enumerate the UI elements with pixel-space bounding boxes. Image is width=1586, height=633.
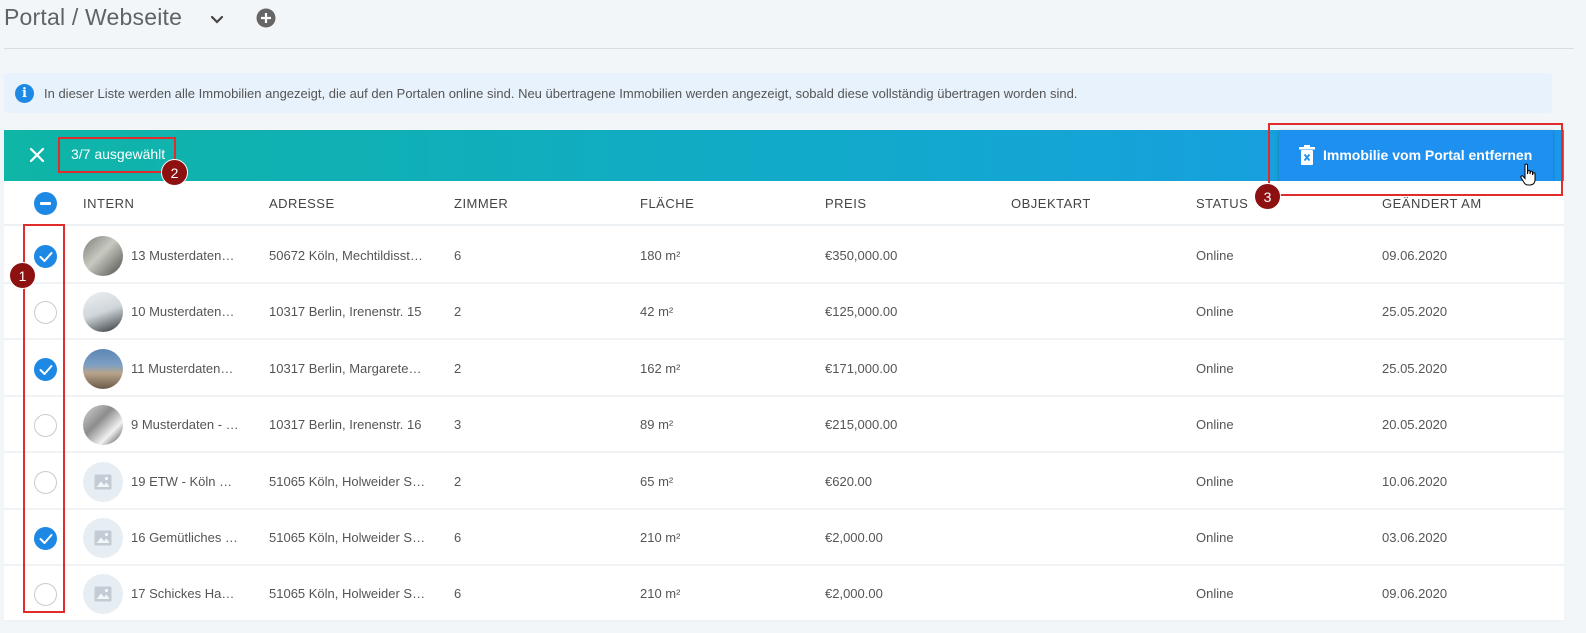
cell-intern: 19 ETW - Köln … [131,473,233,489]
info-text: In dieser Liste werden alle Immobilien a… [44,86,1078,101]
hand-cursor-icon [1520,163,1536,186]
col-adresse[interactable]: ADRESSE [269,196,335,211]
table-row[interactable]: 13 Musterdaten… 50672 Köln, Mechtildisst…… [4,228,1564,284]
cell-flaeche: 89 m² [640,417,674,433]
cell-zimmer: 6 [454,530,462,545]
cell-geaendert: 25.05.2020 [1382,304,1448,320]
property-thumbnail [83,348,123,389]
col-intern[interactable]: INTERN [83,196,134,211]
cell-flaeche: 42 m² [640,304,674,320]
property-thumbnail [83,292,123,333]
cell-adresse: 10317 Berlin, Irenenstr. 15 [269,304,422,320]
annotation-selection-count [58,137,176,173]
cell-adresse: 51065 Köln, Holweider S… [269,473,426,489]
cell-intern: 16 Gemütliches … [131,530,238,545]
cell-preis: €125,000.00 [825,304,898,320]
cell-intern: 13 Musterdaten… [131,248,235,263]
annotation-badge-1: 1 [9,262,36,289]
table-row[interactable]: 10 Musterdaten… 10317 Berlin, Irenenstr. … [4,284,1564,341]
page-title: Portal / Webseite [4,4,183,30]
plus-circle-icon[interactable] [256,8,276,28]
cell-status: Online [1196,360,1234,376]
page-header: Portal / Webseite [4,0,1574,49]
cell-zimmer: 3 [454,417,462,433]
cell-flaeche: 180 m² [640,248,681,263]
col-zimmer[interactable]: ZIMMER [454,196,508,211]
col-status[interactable]: STATUS [1196,196,1248,211]
cell-flaeche: 210 m² [640,530,681,545]
cell-preis: €620.00 [825,473,872,489]
cell-zimmer: 6 [454,248,462,263]
cell-adresse: 51065 Köln, Holweider S… [269,530,426,545]
cell-intern: 10 Musterdaten… [131,304,235,320]
annotation-badge-3: 3 [1254,183,1281,210]
cell-preis: €171,000.00 [825,360,898,376]
col-preis[interactable]: PREIS [825,196,867,211]
property-table: INTERN ADRESSE ZIMMER FLÄCHE PREIS OBJEK… [4,181,1564,623]
image-placeholder-icon [83,574,123,615]
cell-intern: 11 Musterdaten… [131,360,234,376]
cell-geaendert: 09.06.2020 [1382,248,1448,263]
cell-flaeche: 162 m² [640,360,681,376]
image-placeholder-icon [83,518,123,558]
annotation-badge-2: 2 [161,159,188,186]
cell-geaendert: 25.05.2020 [1382,360,1448,376]
property-thumbnail [83,405,123,446]
cell-intern: 9 Musterdaten - … [131,417,239,433]
cell-geaendert: 20.05.2020 [1382,417,1448,433]
cell-status: Online [1196,473,1234,489]
table-row[interactable]: 17 Schickes Ha… 51065 Köln, Holweider S… 6… [4,566,1564,623]
table-row[interactable]: 11 Musterdaten… 10317 Berlin, Margarete… 2… [4,341,1564,397]
cell-zimmer: 2 [454,304,462,320]
table-row[interactable]: 19 ETW - Köln … 51065 Köln, Holweider S… 2… [4,454,1564,510]
cell-intern: 17 Schickes Ha… [131,586,235,602]
cell-flaeche: 65 m² [640,473,674,489]
cell-preis: €2,000.00 [825,530,883,545]
col-flaeche[interactable]: FLÄCHE [640,196,694,211]
chevron-down-icon[interactable] [207,9,227,29]
col-geaendert[interactable]: GEÄNDERT AM [1382,196,1482,211]
cell-status: Online [1196,248,1234,263]
cell-preis: €2,000.00 [825,586,883,602]
cell-adresse: 10317 Berlin, Irenenstr. 16 [269,417,422,433]
image-placeholder-icon [83,461,123,502]
cell-adresse: 51065 Köln, Holweider S… [269,586,426,602]
cell-geaendert: 09.06.2020 [1382,586,1448,602]
cell-zimmer: 2 [454,360,462,376]
cell-preis: €215,000.00 [825,417,898,433]
cell-adresse: 50672 Köln, Mechtildisst… [269,248,423,263]
cell-status: Online [1196,417,1234,433]
cell-zimmer: 6 [454,586,462,602]
property-thumbnail [83,236,123,276]
cell-flaeche: 210 m² [640,586,681,602]
info-icon: i [15,84,34,103]
table-row[interactable]: 16 Gemütliches … 51065 Köln, Holweider S…… [4,510,1564,566]
cell-status: Online [1196,586,1234,602]
select-all-checkbox[interactable] [34,192,57,215]
cell-status: Online [1196,304,1234,320]
info-banner: i In dieser Liste werden alle Immobilien… [4,73,1552,113]
close-icon[interactable] [26,144,48,166]
table-row[interactable]: 9 Musterdaten - … 10317 Berlin, Irenenstr… [4,397,1564,454]
cell-status: Online [1196,530,1234,545]
cell-geaendert: 10.06.2020 [1382,473,1448,489]
cell-preis: €350,000.00 [825,248,898,263]
cell-geaendert: 03.06.2020 [1382,530,1448,545]
cell-adresse: 10317 Berlin, Margarete… [269,360,422,376]
cell-zimmer: 2 [454,473,462,489]
col-objektart[interactable]: OBJEKTART [1011,196,1091,211]
